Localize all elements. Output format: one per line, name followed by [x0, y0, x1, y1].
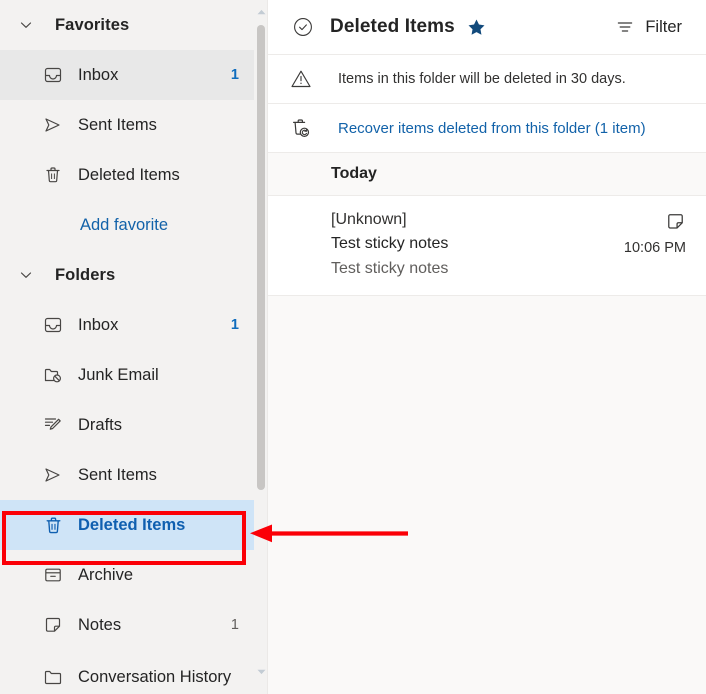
warning-triangle-icon	[288, 66, 314, 92]
archive-box-icon	[42, 564, 64, 586]
outlook-window: Favorites Inbox 1 Sent Items Deleted Ite…	[0, 0, 706, 694]
chevron-down-icon[interactable]	[14, 263, 38, 287]
sidebar-item-junk-email[interactable]: Junk Email	[0, 350, 255, 400]
scrollbar-thumb[interactable]	[257, 25, 265, 490]
retention-warning-banner: Items in this folder will be deleted in …	[268, 55, 706, 104]
junk-folder-icon	[42, 364, 64, 386]
recover-items-link[interactable]: Recover items deleted from this folder (…	[338, 120, 646, 137]
message-content: [Unknown] Test sticky notes Test sticky …	[331, 208, 612, 281]
sticky-note-icon	[664, 210, 686, 232]
sidebar-item-label: Deleted Items	[78, 165, 180, 184]
circle-check-icon[interactable]	[288, 12, 318, 42]
add-favorite-label: Add favorite	[80, 215, 169, 234]
chevron-down-icon[interactable]	[14, 13, 38, 37]
sidebar-section-title: Favorites	[55, 15, 130, 34]
add-favorite-button[interactable]: Add favorite	[0, 200, 255, 250]
message-list-header: Deleted Items Filter	[268, 0, 706, 55]
item-count-badge: 1	[230, 617, 239, 633]
retention-warning-text: Items in this folder will be deleted in …	[338, 71, 626, 87]
folder-sidebar: Favorites Inbox 1 Sent Items Deleted Ite…	[0, 0, 268, 694]
sidebar-item-archive[interactable]: Archive	[0, 550, 255, 600]
sidebar-item-label: Conversation History	[78, 667, 232, 686]
sidebar-item-drafts[interactable]: Drafts	[0, 400, 255, 450]
unread-count-badge: 1	[230, 67, 239, 83]
trash-icon	[42, 514, 64, 536]
sidebar-item-favorites-deleted-items[interactable]: Deleted Items	[0, 150, 255, 200]
sidebar-item-favorites-sent-items[interactable]: Sent Items	[0, 100, 255, 150]
sidebar-scrollbar[interactable]	[254, 0, 268, 694]
sidebar-item-label: Deleted Items	[78, 515, 186, 534]
sidebar-item-deleted-items[interactable]: Deleted Items	[0, 500, 255, 550]
sidebar-item-label: Junk Email	[78, 365, 159, 384]
trash-icon	[42, 164, 64, 186]
star-filled-icon[interactable]	[466, 16, 488, 38]
note-icon	[42, 614, 64, 636]
sidebar-item-label: Inbox	[78, 65, 119, 84]
send-icon	[42, 464, 64, 486]
message-subject: Test sticky notes	[331, 235, 449, 253]
scroll-down-arrow-icon[interactable]	[254, 664, 268, 680]
message-list-empty-area	[268, 296, 706, 694]
message-preview: Test sticky notes	[331, 259, 449, 277]
inbox-icon	[42, 64, 64, 86]
sidebar-section-header-folders[interactable]: Folders	[0, 250, 255, 300]
sidebar-section-title: Folders	[55, 265, 116, 284]
folder-icon	[42, 666, 64, 688]
sidebar-item-label: Notes	[78, 615, 122, 634]
sidebar-item-inbox[interactable]: Inbox 1	[0, 300, 255, 350]
sidebar-item-label: Archive	[78, 565, 134, 584]
restore-trash-icon	[288, 115, 314, 141]
message-group-label: Today	[331, 165, 377, 182]
sidebar-item-label: Sent Items	[78, 465, 157, 484]
unread-count-badge: 1	[230, 317, 239, 333]
message-group-header-today: Today	[268, 153, 706, 196]
drafts-pencil-icon	[42, 414, 64, 436]
message-sender: [Unknown]	[331, 211, 407, 228]
sidebar-scroll-region: Favorites Inbox 1 Sent Items Deleted Ite…	[0, 0, 255, 694]
sidebar-item-sent-items[interactable]: Sent Items	[0, 450, 255, 500]
message-list-item[interactable]: [Unknown] Test sticky notes Test sticky …	[268, 196, 706, 297]
filter-icon	[615, 17, 635, 37]
message-timestamp: 10:06 PM	[623, 240, 686, 256]
sidebar-item-label: Drafts	[78, 415, 123, 434]
sidebar-section-header-favorites[interactable]: Favorites	[0, 0, 255, 50]
message-list-pane: Deleted Items Filter Items in this folde…	[268, 0, 706, 694]
sidebar-item-favorites-inbox[interactable]: Inbox 1	[0, 50, 255, 100]
inbox-icon	[42, 314, 64, 336]
sidebar-item-conversation-history[interactable]: Conversation History	[0, 650, 255, 694]
send-icon	[42, 114, 64, 136]
filter-label: Filter	[645, 17, 682, 36]
sidebar-item-label: Sent Items	[78, 115, 157, 134]
recover-items-banner[interactable]: Recover items deleted from this folder (…	[268, 104, 706, 153]
sidebar-item-notes[interactable]: Notes 1	[0, 600, 255, 650]
page-title: Deleted Items	[330, 16, 455, 37]
scroll-up-arrow-icon[interactable]	[254, 4, 268, 20]
sidebar-item-label: Inbox	[78, 315, 119, 334]
message-meta: 10:06 PM	[624, 208, 686, 281]
filter-button[interactable]: Filter	[609, 13, 688, 41]
